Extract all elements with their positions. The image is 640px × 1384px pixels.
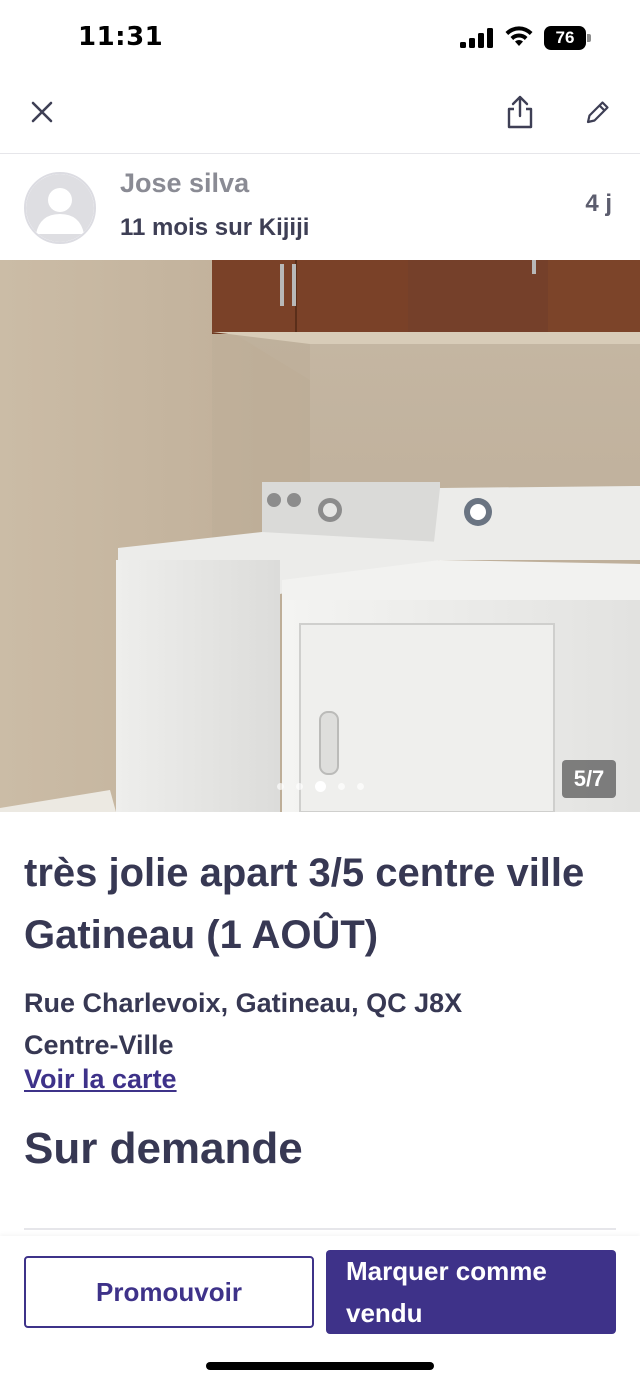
avatar[interactable] [24, 172, 96, 244]
close-icon[interactable] [28, 98, 56, 126]
address-line-1: Rue Charlevoix, Gatineau, QC J8X [24, 988, 463, 1018]
home-indicator[interactable] [206, 1362, 434, 1370]
view-map-link[interactable]: Voir la carte [24, 1064, 177, 1095]
posted-age: 4 j [585, 190, 612, 217]
seller-member-since: 11 mois sur Kijiji [120, 214, 310, 241]
mark-as-sold-button[interactable]: Marquer comme vendu [326, 1250, 616, 1334]
battery-icon: 76 [544, 26, 592, 50]
listing-price: Sur demande [24, 1124, 303, 1173]
address-line-2: Centre-Ville [24, 1030, 174, 1060]
gallery-dots [0, 776, 640, 792]
gallery-dot[interactable] [356, 783, 364, 790]
status-bar: 11:31 76 [0, 0, 640, 76]
seller-row[interactable]: Jose silva 11 mois sur Kijiji 4 j [0, 156, 640, 260]
share-icon[interactable] [504, 94, 536, 130]
listing-title: très jolie apart 3/5 centre ville Gatine… [24, 851, 585, 957]
wifi-icon [505, 26, 533, 46]
edit-icon[interactable] [584, 98, 612, 126]
battery-level: 76 [555, 28, 575, 47]
seller-name[interactable]: Jose silva [120, 168, 249, 199]
bottom-action-bar: Promouvoir Marquer comme vendu [0, 1236, 640, 1384]
gallery-dot[interactable] [276, 783, 284, 790]
photo-counter: 5/7 [562, 760, 616, 798]
divider [24, 1228, 616, 1230]
status-time: 11:31 [78, 22, 164, 52]
gallery-dot[interactable] [337, 783, 345, 790]
user-placeholder-icon [26, 174, 94, 242]
promote-button[interactable]: Promouvoir [24, 1256, 314, 1328]
listing-photo[interactable] [0, 260, 640, 812]
top-navigation [0, 76, 640, 154]
gallery-dot[interactable] [295, 783, 303, 790]
gallery-dot[interactable] [314, 781, 326, 792]
signal-icon [460, 28, 493, 48]
laundry-photo-image [0, 260, 640, 812]
listing-address: Rue Charlevoix, Gatineau, QC J8X Centre-… [24, 982, 616, 1066]
